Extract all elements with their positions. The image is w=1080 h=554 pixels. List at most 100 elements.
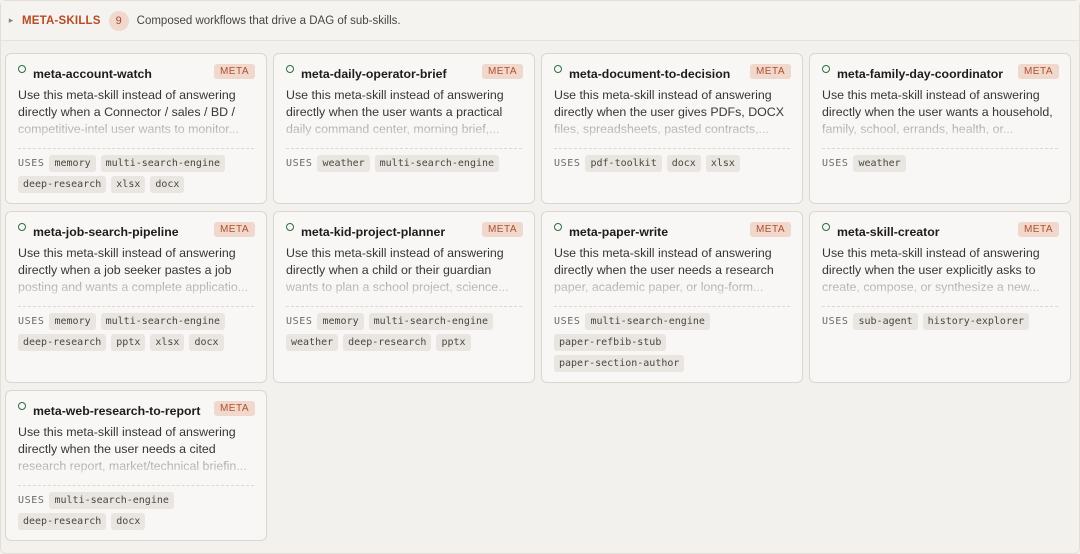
meta-badge: META — [1017, 222, 1059, 237]
description-line: research report, market/technical briefi… — [18, 459, 247, 474]
sub-skill-tag[interactable]: docx — [666, 155, 701, 172]
divider — [286, 148, 522, 149]
skill-description: Use this meta-skill instead of answering… — [286, 87, 522, 139]
sub-skill-tag[interactable]: xlsx — [150, 334, 185, 351]
sub-skill-tag[interactable]: pptx — [436, 334, 471, 351]
uses-list: USES weather — [822, 155, 1058, 172]
sub-skill-tag[interactable]: pdf-toolkit — [585, 155, 662, 172]
card-header: meta-job-search-pipeline META — [18, 222, 255, 244]
sub-skill-tag[interactable]: paper-section-author — [554, 355, 685, 372]
sub-skill-tag[interactable]: weather — [286, 334, 339, 351]
skill-card[interactable]: meta-kid-project-planner META Use this met… — [273, 211, 535, 383]
skill-description: Use this meta-skill instead of answering… — [822, 87, 1058, 139]
skill-card[interactable]: meta-paper-write META Use this meta-skill … — [541, 211, 803, 383]
description-line: directly when the user needs a research — [554, 263, 774, 278]
sub-skill-tag[interactable]: deep-research — [18, 176, 107, 193]
sub-skill-tag[interactable]: memory — [317, 313, 364, 330]
description-line: directly when the user gives PDFs, DOCX — [554, 105, 784, 120]
status-dot-icon — [822, 65, 830, 73]
description-line: Use this meta-skill instead of answering — [18, 246, 236, 260]
uses-label: USES — [286, 316, 313, 327]
description-line: Use this meta-skill instead of answering — [18, 88, 236, 102]
sub-skill-tag[interactable]: deep-research — [18, 513, 107, 530]
sub-skill-tag[interactable]: multi-search-engine — [100, 313, 225, 330]
sub-skill-tag[interactable]: weather — [317, 155, 370, 172]
meta-badge: META — [213, 401, 255, 416]
skill-description: Use this meta-skill instead of answering… — [286, 245, 522, 297]
skill-description: Use this meta-skill instead of answering… — [18, 245, 254, 297]
sub-skill-tag[interactable]: sub-agent — [853, 313, 918, 330]
description-line: directly when a child or their guardian — [286, 263, 492, 278]
description-line: directly when a job seeker pastes a job — [18, 263, 232, 278]
sub-skill-tag[interactable]: deep-research — [18, 334, 107, 351]
skill-card[interactable]: meta-family-day-coordinator META Use this … — [809, 53, 1071, 204]
card-header: meta-paper-write META — [554, 222, 791, 244]
sub-skill-tag[interactable]: xlsx — [111, 176, 146, 193]
description-line: paper, academic paper, or long-form... — [554, 280, 764, 295]
description-line: directly when a Connector / sales / BD / — [18, 105, 235, 120]
card-header: meta-kid-project-planner META — [286, 222, 523, 244]
sub-skill-tag[interactable]: docx — [111, 513, 146, 530]
skill-name: meta-web-research-to-report — [33, 404, 201, 418]
description-line: Use this meta-skill instead of answering — [554, 246, 772, 260]
sub-skill-tag[interactable]: weather — [853, 155, 906, 172]
description-line: directly when the user needs a cited — [18, 442, 216, 457]
sub-skill-tag[interactable]: paper-refbib-stub — [554, 334, 667, 351]
status-dot-icon — [286, 223, 294, 231]
skill-name: meta-document-to-decision — [569, 67, 731, 81]
sub-skill-tag[interactable]: multi-search-engine — [374, 155, 500, 172]
skill-card[interactable]: meta-job-search-pipeline META Use this met… — [5, 211, 267, 383]
uses-list: USES pdf-toolkit docx xlsx — [554, 155, 790, 172]
meta-badge: META — [213, 222, 255, 237]
sub-skill-tag[interactable]: multi-search-engine — [585, 313, 710, 330]
skill-card[interactable]: meta-daily-operator-brief META Use this me… — [273, 53, 535, 204]
skill-name: meta-paper-write — [569, 225, 669, 239]
meta-badge: META — [481, 222, 523, 237]
divider — [822, 148, 1058, 149]
divider — [18, 485, 254, 486]
card-header: meta-document-to-decision META — [554, 64, 791, 86]
sub-skill-tag[interactable]: memory — [49, 155, 96, 172]
skill-name: meta-kid-project-planner — [301, 225, 446, 239]
status-dot-icon — [286, 65, 294, 73]
skill-name: meta-family-day-coordinator — [837, 67, 1004, 81]
skill-name: meta-skill-creator — [837, 225, 940, 239]
meta-skills-panel: ▸ META-SKILLS 9 Composed workflows that … — [0, 0, 1080, 554]
sub-skill-tag[interactable]: multi-search-engine — [368, 313, 493, 330]
sub-skill-tag[interactable]: xlsx — [705, 155, 740, 172]
skill-description: Use this meta-skill instead of answering… — [18, 424, 254, 476]
skill-card[interactable]: meta-skill-creator META Use this meta-skil… — [809, 211, 1071, 383]
skill-description: Use this meta-skill instead of answering… — [18, 87, 254, 139]
sub-skill-tag[interactable]: deep-research — [343, 334, 432, 351]
skill-card[interactable]: meta-document-to-decision META Use this me… — [541, 53, 803, 204]
description-line: Use this meta-skill instead of answering — [822, 246, 1040, 260]
sub-skill-tag[interactable]: multi-search-engine — [49, 492, 174, 509]
description-line: create, compose, or synthesize a new... — [822, 280, 1040, 295]
skill-card[interactable]: meta-web-research-to-report META Use this … — [5, 390, 267, 541]
uses-list: USES memory multi-search-engine deep-resear… — [18, 313, 254, 351]
uses-list: USES multi-search-engine paper-refbib-stub… — [554, 313, 790, 372]
sub-skill-tag[interactable]: history-explorer — [922, 313, 1029, 330]
uses-label: USES — [18, 158, 45, 169]
uses-label: USES — [18, 495, 45, 506]
description-line: directly when the user wants a household… — [822, 105, 1053, 120]
sub-skill-tag[interactable]: memory — [49, 313, 96, 330]
sub-skill-tag[interactable]: pptx — [111, 334, 146, 351]
divider — [554, 148, 790, 149]
description-line: files, spreadsheets, pasted contracts,..… — [554, 122, 769, 137]
meta-badge: META — [1017, 64, 1059, 79]
sub-skill-tag[interactable]: multi-search-engine — [100, 155, 225, 172]
sub-skill-tag[interactable]: docx — [150, 176, 185, 193]
card-header: meta-web-research-to-report META — [18, 401, 255, 423]
section-header[interactable]: ▸ META-SKILLS 9 Composed workflows that … — [1, 1, 1079, 41]
sub-skill-tag[interactable]: docx — [189, 334, 224, 351]
skill-name: meta-job-search-pipeline — [33, 225, 179, 239]
skill-description: Use this meta-skill instead of answering… — [554, 87, 790, 139]
skill-card[interactable]: meta-account-watch META Use this meta-skil… — [5, 53, 267, 204]
collapse-caret-icon[interactable]: ▸ — [8, 15, 14, 26]
skill-name: meta-daily-operator-brief — [301, 67, 447, 81]
divider — [286, 306, 522, 307]
status-dot-icon — [18, 223, 26, 231]
description-line: directly when the user wants a practical — [286, 105, 503, 120]
status-dot-icon — [18, 65, 26, 73]
